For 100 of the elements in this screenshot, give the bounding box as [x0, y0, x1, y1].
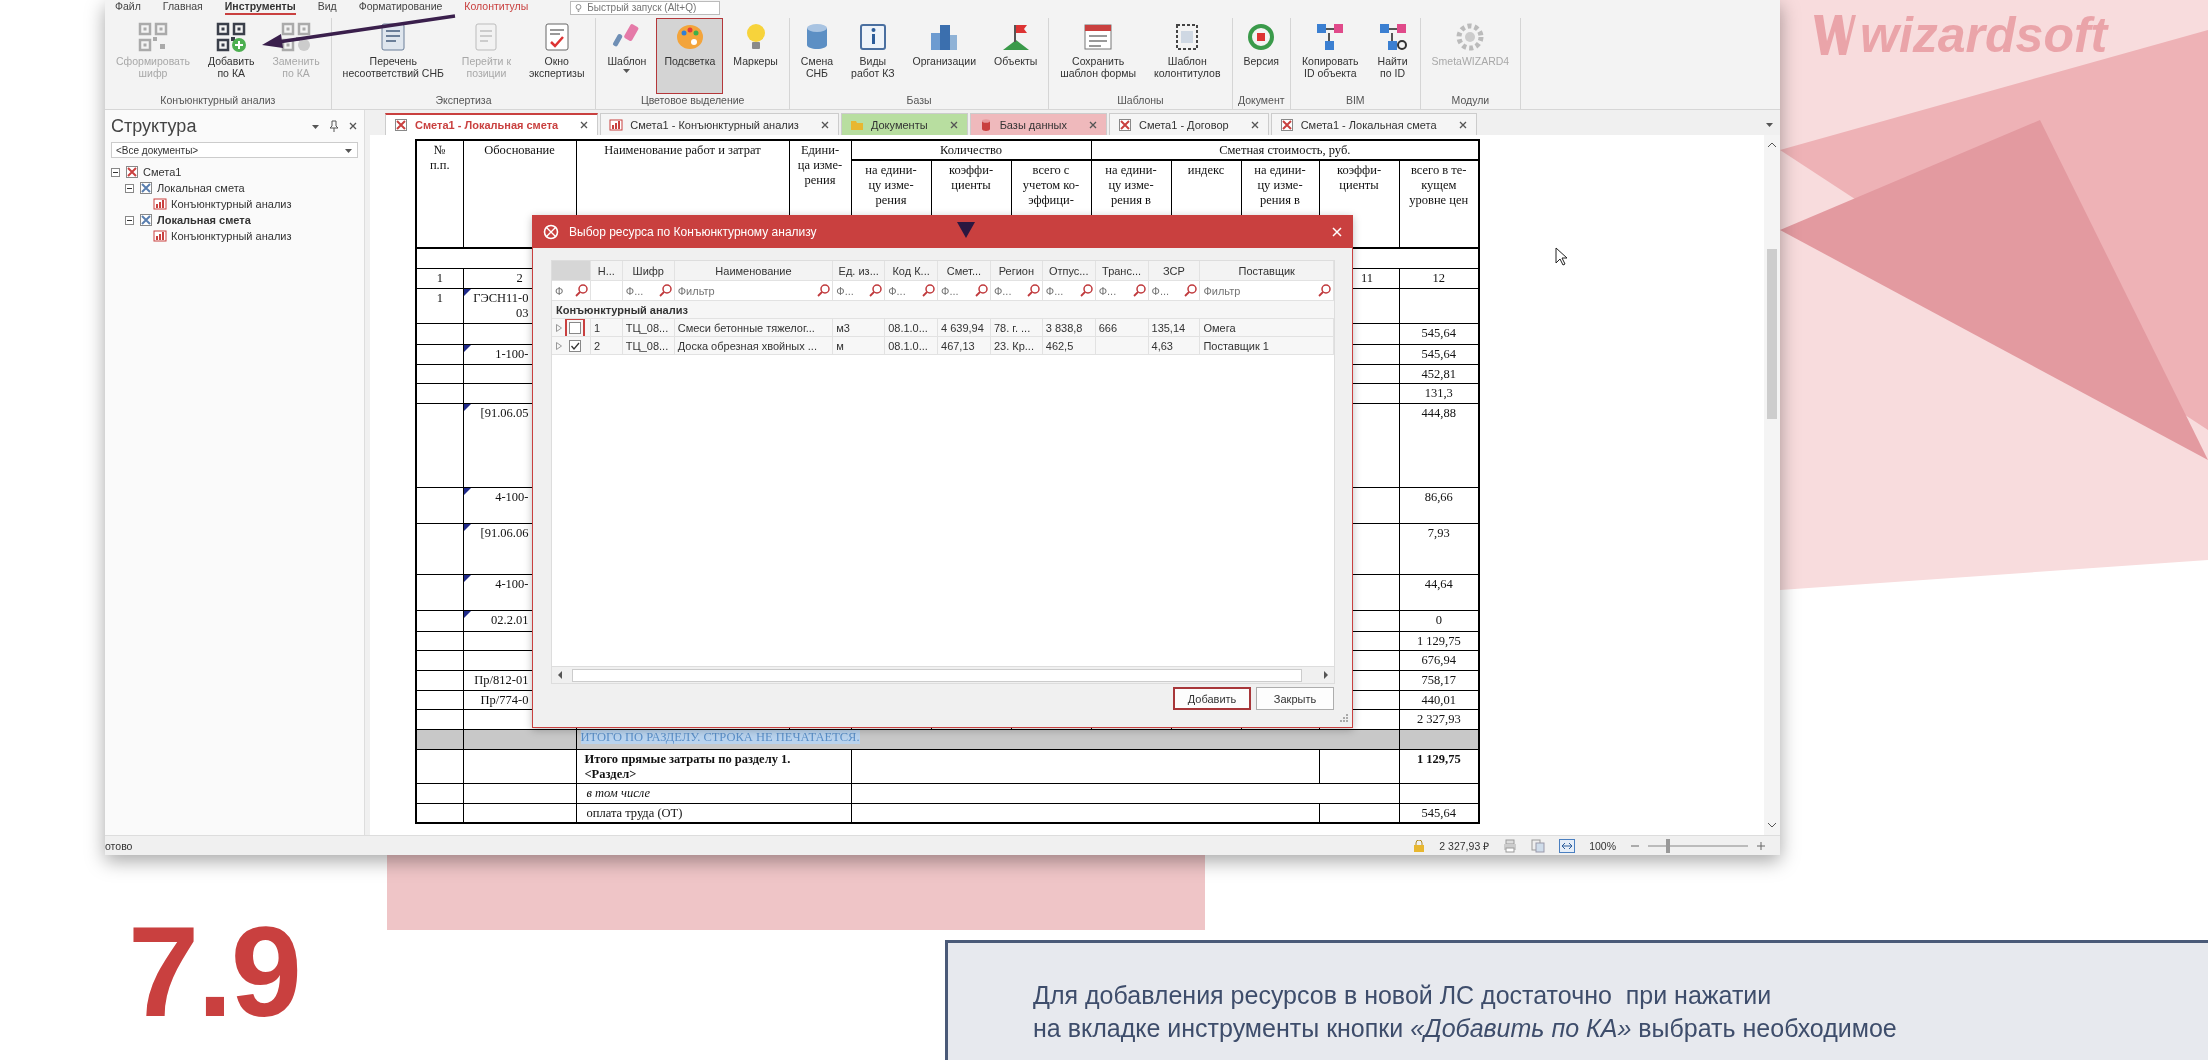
ribbon-button[interactable]: Организации: [904, 18, 984, 94]
checkbox[interactable]: [569, 339, 581, 352]
filter-field[interactable]: Фильтр: [676, 284, 818, 297]
table-cell: 545,64: [1421, 805, 1456, 820]
search-icon[interactable]: [1132, 284, 1146, 297]
grid-cell: ТЦ_08...: [625, 339, 669, 352]
table-cell: 4-100-: [495, 489, 529, 504]
ribbon-tab[interactable]: Главная: [162, 0, 203, 15]
close-icon[interactable]: [1457, 119, 1468, 130]
ribbon-button[interactable]: Объекты: [986, 18, 1046, 94]
filter-field[interactable]: Фильтр: [1202, 284, 1319, 297]
filter-field[interactable]: Ф...: [887, 284, 923, 297]
caret-icon[interactable]: [1765, 120, 1774, 128]
table-cell: оплата труда (ОТ): [586, 805, 683, 820]
tree-item[interactable]: Локальная смета: [137, 181, 247, 195]
ribbon-tab[interactable]: Форматирование: [358, 0, 443, 15]
document-tab[interactable]: Смета1 - Договор: [1108, 113, 1269, 135]
fit-width-icon[interactable]: [1559, 838, 1576, 853]
column-header: Поставщик: [1238, 264, 1295, 277]
close-icon[interactable]: [579, 120, 590, 130]
ribbon-tab[interactable]: Колонтитулы: [464, 0, 529, 15]
filter-field[interactable]: Ф...: [624, 284, 659, 297]
ribbon-tab[interactable]: Файл: [115, 0, 141, 15]
search-icon[interactable]: [1079, 284, 1093, 297]
search-icon[interactable]: [922, 284, 936, 297]
ribbon-button[interactable]: Найти по ID: [1368, 18, 1417, 94]
caret-icon[interactable]: [311, 122, 320, 130]
filter-field[interactable]: Ф...: [1097, 284, 1133, 297]
table-cell: 545,64: [1421, 346, 1456, 361]
grid-cell: 2: [593, 339, 601, 352]
close-icon[interactable]: [819, 119, 830, 130]
zoom-level: 100%: [1589, 839, 1616, 852]
ribbon-button[interactable]: Шаблон: [599, 18, 655, 94]
ribbon-button[interactable]: Смена СНБ: [792, 18, 842, 94]
grid-cell: Поставщик 1: [1203, 339, 1269, 352]
search-icon[interactable]: [1026, 284, 1040, 297]
caret-down-icon[interactable]: [1767, 821, 1777, 829]
ribbon-button[interactable]: Виды работ КЗ: [843, 18, 903, 94]
tree-item[interactable]: Конъюнктурный анализ: [151, 229, 294, 243]
checkbox[interactable]: [569, 321, 581, 334]
tree-item[interactable]: Конъюнктурный анализ: [151, 197, 294, 211]
search-icon[interactable]: [817, 284, 831, 297]
dialog-button[interactable]: Добавить: [1173, 687, 1251, 710]
ribbon-tab[interactable]: Вид: [317, 0, 337, 15]
filter-field[interactable]: Ф...: [835, 284, 870, 297]
search-icon[interactable]: [974, 284, 988, 297]
document-tab[interactable]: Документы: [840, 113, 968, 135]
search-icon[interactable]: [574, 284, 588, 297]
ribbon-button[interactable]: Маркеры: [725, 18, 786, 94]
ribbon-button[interactable]: Подсветка: [656, 18, 724, 94]
ribbon-button[interactable]: Шаблон колонтитулов: [1146, 18, 1229, 94]
quick-launch-field[interactable]: Быстрый запуск (Alt+Q): [570, 0, 721, 15]
close-icon[interactable]: [1087, 119, 1098, 130]
tree-item[interactable]: Смета1: [123, 165, 184, 179]
chart-icon: [609, 117, 624, 132]
document-tab[interactable]: Смета1 - Конъюнктурный анализ: [600, 113, 839, 135]
close-icon[interactable]: [948, 119, 959, 130]
grid-cell: 135,14: [1151, 321, 1186, 334]
pin-icon[interactable]: [329, 120, 339, 132]
chart-icon: [153, 197, 167, 211]
table-cell: 1: [436, 290, 443, 305]
filter-field[interactable]: Ф...: [940, 284, 975, 297]
caret-up-icon[interactable]: [1767, 141, 1777, 149]
plus-icon[interactable]: [1756, 840, 1766, 851]
ribbon-button[interactable]: Окно экспертизы: [521, 18, 593, 94]
scrollbar-thumb[interactable]: [572, 668, 1302, 682]
ribbon-button[interactable]: Перечень несоответствий СНБ: [334, 18, 452, 94]
grid-cell: 3 838,8: [1045, 321, 1083, 334]
filter-field[interactable]: Ф: [554, 284, 575, 297]
grid-cell: м: [836, 339, 844, 352]
search-icon[interactable]: [658, 284, 672, 297]
document-tab[interactable]: Базы данных: [969, 113, 1107, 135]
minus-box-icon[interactable]: [111, 167, 120, 177]
search-icon[interactable]: [1318, 284, 1332, 297]
ribbon-button[interactable]: Копировать ID объекта: [1294, 18, 1367, 94]
vertical-scrollbar[interactable]: [1764, 135, 1780, 835]
caret-right-icon[interactable]: [1322, 670, 1330, 680]
search-icon[interactable]: [869, 284, 883, 297]
tree-item[interactable]: Локальная смета: [137, 213, 253, 227]
horizontal-scrollbar[interactable]: [552, 666, 1334, 683]
ribbon-button[interactable]: Версия: [1235, 18, 1287, 94]
minus-box-icon[interactable]: [125, 183, 134, 193]
minus-box-icon[interactable]: [125, 215, 134, 225]
ribbon-button[interactable]: Добавить по КА: [200, 18, 263, 94]
search-icon[interactable]: [1184, 284, 1198, 297]
close-icon[interactable]: [348, 121, 358, 131]
filter-field[interactable]: Ф...: [1044, 284, 1080, 297]
document-tab[interactable]: Смета1 - Локальная смета: [385, 113, 599, 135]
filter-field[interactable]: Ф...: [992, 284, 1027, 297]
filter-field[interactable]: Ф...: [1150, 284, 1185, 297]
table-cell: ГЭСН11-0 03: [473, 290, 529, 320]
document-filter-dropdown[interactable]: <Все документы>: [111, 142, 358, 158]
ribbon-group-label: Конъюнктурный анализ: [160, 94, 276, 108]
caret-left-icon[interactable]: [556, 670, 564, 680]
column-header: Регион: [998, 264, 1034, 277]
document-tab[interactable]: Смета1 - Локальная смета: [1270, 113, 1477, 135]
dialog-button[interactable]: Закрыть: [1256, 687, 1334, 710]
ribbon-button[interactable]: Сохранить шаблон формы: [1052, 18, 1144, 94]
scrollbar-thumb[interactable]: [1767, 249, 1777, 419]
close-icon[interactable]: [1249, 119, 1260, 130]
